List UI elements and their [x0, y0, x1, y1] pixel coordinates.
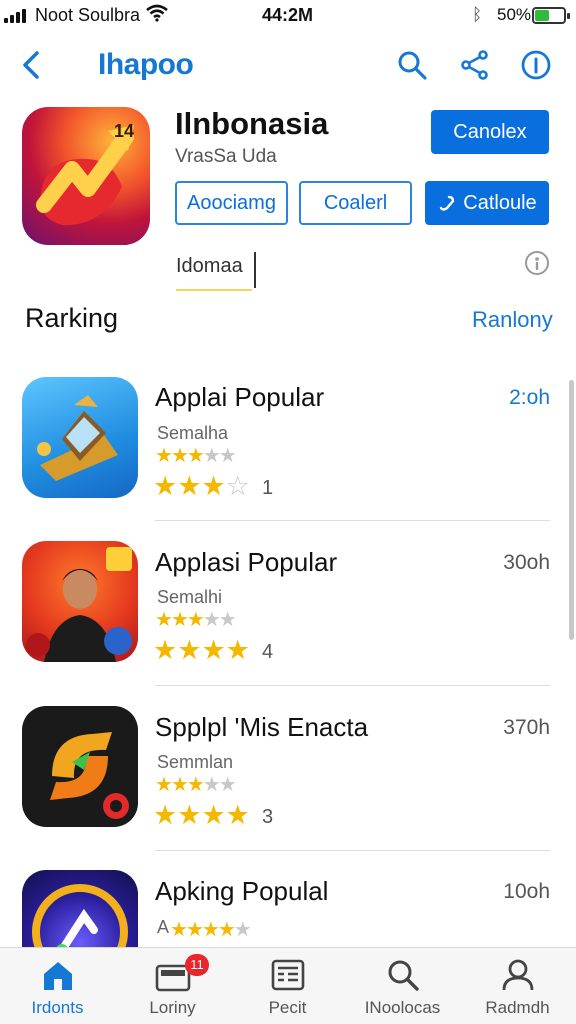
rating-count: 1 [262, 477, 274, 499]
notification-badge: 11 [185, 954, 209, 976]
divider [155, 850, 550, 851]
back-chevron-icon[interactable] [18, 48, 48, 82]
list-item[interactable]: Applasi Popular 30oh Semalhi ★★★★★ ★★★★ … [0, 538, 576, 703]
svg-text:14: 14 [114, 121, 134, 141]
info-circle-icon[interactable] [524, 250, 550, 276]
info-icon[interactable] [519, 48, 553, 82]
app-icon-2 [22, 541, 138, 662]
section-title: Rarking [25, 303, 119, 333]
search-icon[interactable] [395, 48, 429, 82]
rating-small: ★★★★★ [155, 774, 237, 796]
divider [155, 685, 550, 686]
bluetooth-icon: ᛒ [472, 5, 483, 24]
action-button[interactable]: Catloule [425, 181, 549, 225]
news-icon [271, 959, 304, 991]
rating-small: ★★★★★ [170, 919, 252, 941]
search-icon [388, 960, 419, 991]
tab-label: INoolocas [364, 998, 441, 1017]
app-subtitle: VrasSa Uda [175, 146, 277, 167]
field-underline [176, 289, 252, 291]
nav-bar: Ihapoo [0, 34, 576, 96]
tab-home[interactable]: Irdonts [0, 948, 115, 1024]
list-item[interactable]: Apking Populal 10oh A ★★★★★ [0, 868, 576, 948]
app-name: Applai Popular [155, 382, 325, 412]
rating-small: ★★★★★ [155, 609, 237, 631]
list-time: 2:oh [509, 386, 550, 409]
battery-percent: 50% [497, 5, 532, 24]
app-subtitle: A [157, 917, 170, 937]
rating-small: ★★★★★ [155, 445, 237, 467]
app-subtitle: Semalhi [157, 587, 223, 607]
list-time: 370h [503, 716, 550, 739]
rating-large: ★★★★ [153, 800, 250, 830]
home-icon [43, 962, 72, 990]
list-time: 30oh [503, 551, 550, 574]
list-time: 10oh [503, 880, 550, 903]
rating-count: 3 [262, 806, 274, 828]
tab-profile[interactable]: Radmdh [460, 948, 575, 1024]
scrollbar[interactable] [569, 380, 574, 640]
option-button-1[interactable]: Aoociamg [175, 181, 288, 225]
section-link[interactable]: Ranlony [472, 307, 553, 333]
action-button-label: Catloule [463, 191, 537, 214]
tab-label: Loriny [149, 998, 196, 1017]
app-icon[interactable]: 14 [22, 107, 150, 245]
clock: 44:2M [262, 5, 314, 25]
list-item[interactable]: Applai Popular 2:oh Semalha ★★★★★ ★★★☆ 1 [0, 373, 576, 538]
list-item[interactable]: Spplpl 'Mis Enacta 370h Semmlan ★★★★★ ★★… [0, 703, 576, 868]
app-name: Ilnbonasia [175, 106, 329, 141]
tab-news[interactable]: Pecit [230, 948, 345, 1024]
carrier-name: Noot Soulbra [35, 5, 141, 25]
app-subtitle: Semalha [157, 423, 229, 443]
app-name: Apking Populal [155, 876, 329, 906]
tab-store[interactable]: 11 Loriny [115, 948, 230, 1024]
tab-bar: Irdonts 11 Loriny Pecit INoolocas Radmdh [0, 947, 576, 1024]
status-bar: Noot Soulbra 44:2M ᛒ 50% [0, 0, 576, 32]
rating-large: ★★★☆ [153, 471, 250, 501]
page-title: Ihapoo [98, 48, 194, 81]
option-button-2[interactable]: Coalerl [299, 181, 412, 225]
tab-label: Pecit [268, 998, 307, 1017]
app-icon-3 [22, 706, 138, 827]
primary-button[interactable]: Canolex [431, 110, 549, 154]
rating-large: ★★★★ [153, 635, 250, 665]
battery-icon [532, 7, 570, 24]
app-name: Applasi Popular [155, 547, 338, 577]
app-subtitle: Semmlan [157, 752, 234, 772]
link-icon [440, 195, 455, 211]
text-field[interactable]: Idomaa [176, 252, 256, 288]
tab-search[interactable]: INoolocas [345, 948, 460, 1024]
wifi-icon [146, 4, 168, 22]
app-icon-1 [22, 377, 138, 498]
tab-label: Irdonts [31, 998, 84, 1017]
share-icon[interactable] [458, 48, 492, 82]
rating-count: 4 [262, 641, 274, 663]
app-icon-4 [22, 870, 138, 948]
divider [155, 520, 550, 521]
profile-icon [502, 959, 533, 991]
signal-icon [4, 9, 30, 23]
tab-label: Radmdh [485, 998, 550, 1017]
app-name: Spplpl 'Mis Enacta [155, 712, 369, 742]
